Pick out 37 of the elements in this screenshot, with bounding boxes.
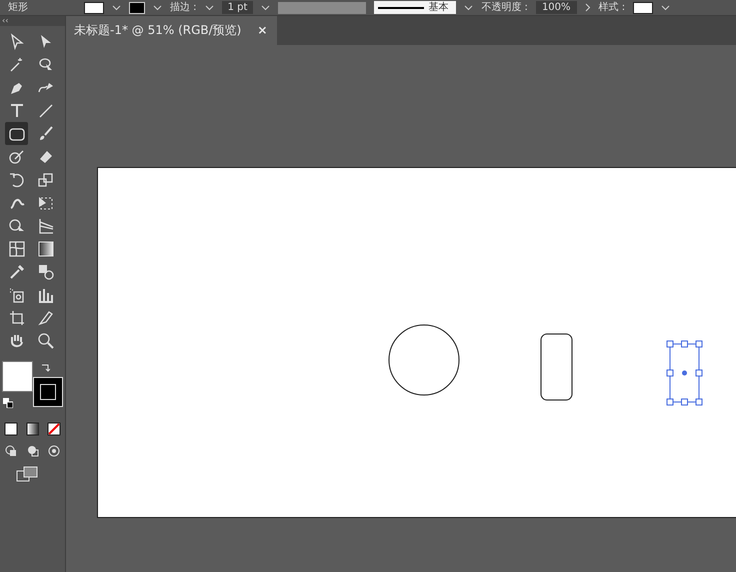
close-icon[interactable]: ×: [257, 16, 268, 45]
shape-type-label: 矩形: [8, 0, 28, 14]
stroke-color-swatch[interactable]: [33, 377, 63, 407]
draw-inside-icon[interactable]: [47, 444, 62, 458]
color-mode-icon[interactable]: [4, 422, 18, 436]
dropdown-icon: [464, 4, 474, 10]
selected-rounded-rectangle[interactable]: [666, 340, 702, 406]
none-mode-icon[interactable]: [47, 422, 62, 436]
dropdown-icon: [261, 4, 270, 10]
screen-mode-icon[interactable]: [16, 466, 38, 482]
swap-icon[interactable]: [40, 363, 50, 373]
stroke-label: 描边 :: [170, 0, 197, 14]
fill-swatch[interactable]: [84, 2, 104, 14]
opacity-label: 不透明度 :: [481, 0, 528, 14]
default-colors-icon[interactable]: [3, 398, 13, 408]
draw-behind-icon[interactable]: [26, 444, 40, 458]
opacity-field[interactable]: 100%: [536, 1, 577, 14]
collapse-icon[interactable]: ‹‹: [2, 16, 8, 25]
stroke-line-icon: [378, 6, 424, 10]
dropdown-icon: [153, 4, 162, 10]
style-swatch[interactable]: [633, 2, 654, 14]
circle-shape[interactable]: [388, 324, 460, 396]
rectangle-icon[interactable]: [5, 122, 28, 145]
brush-label: 基本: [428, 1, 448, 14]
fill-color-swatch[interactable]: [2, 361, 33, 392]
brush-definition-field[interactable]: 基本: [374, 1, 456, 14]
rounded-rectangle[interactable]: [540, 334, 572, 400]
document-tab[interactable]: 未标题-1* @ 51% (RGB/预览) ×: [66, 16, 278, 45]
style-label: 样式 :: [598, 0, 626, 14]
variable-width-field[interactable]: [278, 2, 366, 14]
dropdown-icon: [661, 4, 670, 10]
dropdown-icon: [112, 4, 121, 10]
draw-normal-icon[interactable]: [4, 444, 18, 458]
gradient-mode-icon[interactable]: [26, 422, 40, 436]
stroke-swatch[interactable]: [129, 2, 145, 14]
stroke-weight-field[interactable]: 1 pt: [222, 1, 254, 14]
stepper-icon: [204, 4, 214, 10]
